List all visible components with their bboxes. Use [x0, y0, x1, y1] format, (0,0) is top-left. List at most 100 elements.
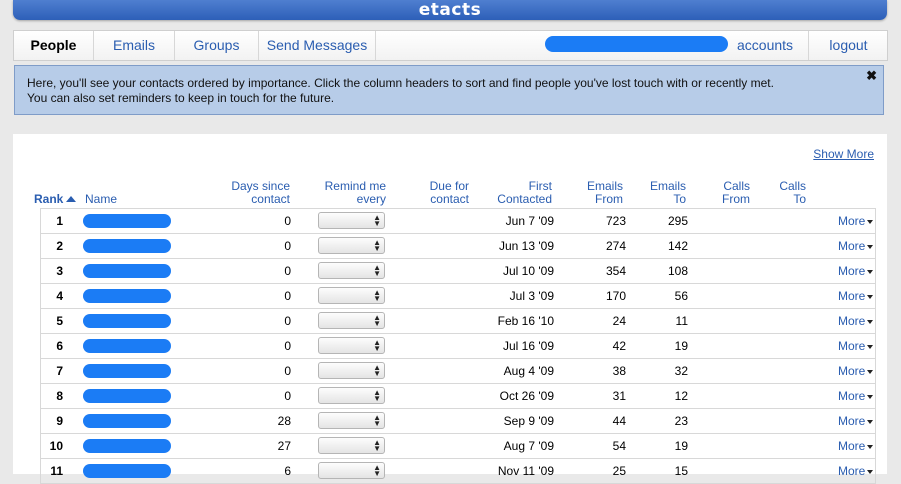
header-due-for-contact[interactable]: Due for contact [413, 180, 469, 206]
more-menu[interactable]: More [838, 434, 876, 458]
logout-link[interactable]: logout [808, 31, 888, 60]
rank-cell: 6 [56, 339, 63, 353]
header-calls-from[interactable]: Calls From [703, 180, 750, 206]
header-rank[interactable]: Rank [34, 192, 77, 206]
select-arrows-icon: ▲ ▼ [373, 338, 381, 353]
first-contacted-cell: Sep 9 '09 [503, 414, 554, 428]
chevron-down-icon [867, 420, 874, 424]
emails-to-cell: 295 [667, 214, 688, 228]
emails-to-cell: 19 [674, 439, 688, 453]
more-menu[interactable]: More [838, 284, 876, 308]
remind-interval-select[interactable]: ▲ ▼ [318, 412, 385, 429]
table-row: 6 0 ▲ ▼ Jul 16 '09 42 19 More [40, 334, 876, 359]
table-row: 8 0 ▲ ▼ Oct 26 '09 31 12 More [40, 384, 876, 409]
days-since-contact-cell: 0 [284, 239, 291, 253]
close-icon[interactable]: ✖ [866, 68, 877, 83]
accounts-link[interactable]: accounts [737, 31, 817, 60]
redacted-contact-name[interactable] [83, 314, 171, 328]
table-row: 10 27 ▲ ▼ Aug 7 '09 54 19 More [40, 434, 876, 459]
emails-from-cell: 723 [605, 214, 626, 228]
select-arrows-icon: ▲ ▼ [373, 263, 381, 278]
select-arrows-icon: ▲ ▼ [373, 438, 381, 453]
remind-interval-select[interactable]: ▲ ▼ [318, 287, 385, 304]
emails-from-cell: 54 [612, 439, 626, 453]
header-remind-me-every[interactable]: Remind me every [313, 180, 386, 206]
header-efrom-line-2: From [595, 192, 623, 206]
days-since-contact-cell: 0 [284, 389, 291, 403]
remind-interval-select[interactable]: ▲ ▼ [318, 387, 385, 404]
first-contacted-cell: Feb 16 '10 [497, 314, 554, 328]
select-arrows-icon: ▲ ▼ [373, 463, 381, 478]
remind-interval-select[interactable]: ▲ ▼ [318, 237, 385, 254]
first-contacted-cell: Aug 7 '09 [503, 439, 554, 453]
emails-from-cell: 354 [605, 264, 626, 278]
redacted-account-email [545, 36, 728, 52]
redacted-contact-name[interactable] [83, 239, 171, 253]
remind-interval-select[interactable]: ▲ ▼ [318, 362, 385, 379]
days-since-contact-cell: 28 [277, 414, 291, 428]
table-row: 5 0 ▲ ▼ Feb 16 '10 24 11 More [40, 309, 876, 334]
chevron-down-icon [867, 470, 874, 474]
rank-cell: 4 [56, 289, 63, 303]
emails-from-cell: 274 [605, 239, 626, 253]
more-menu[interactable]: More [838, 334, 876, 358]
more-menu[interactable]: More [838, 309, 876, 333]
tab-people[interactable]: People [14, 31, 94, 60]
redacted-contact-name[interactable] [83, 214, 171, 228]
remind-interval-select[interactable]: ▲ ▼ [318, 262, 385, 279]
first-contacted-cell: Jul 3 '09 [509, 289, 554, 303]
tab-send-messages[interactable]: Send Messages [259, 31, 376, 60]
more-menu[interactable]: More [838, 409, 876, 433]
chevron-down-icon [867, 445, 874, 449]
redacted-contact-name[interactable] [83, 389, 171, 403]
redacted-contact-name[interactable] [83, 464, 171, 478]
header-cto-line-2: To [793, 192, 806, 206]
tab-groups[interactable]: Groups [175, 31, 259, 60]
redacted-contact-name[interactable] [83, 289, 171, 303]
header-rank-label: Rank [34, 192, 64, 206]
header-calls-to[interactable]: Calls To [765, 180, 806, 206]
header-days-since-contact[interactable]: Days since contact [218, 180, 290, 206]
header-first-line-2: Contacted [497, 192, 552, 206]
redacted-contact-name[interactable] [83, 364, 171, 378]
remind-interval-select[interactable]: ▲ ▼ [318, 337, 385, 354]
more-label: More [838, 289, 866, 303]
select-arrows-icon: ▲ ▼ [373, 388, 381, 403]
emails-to-cell: 23 [674, 414, 688, 428]
rank-cell: 9 [56, 414, 63, 428]
table-row: 7 0 ▲ ▼ Aug 4 '09 38 32 More [40, 359, 876, 384]
header-name[interactable]: Name [85, 193, 117, 206]
more-menu[interactable]: More [838, 359, 876, 383]
tab-emails[interactable]: Emails [94, 31, 175, 60]
remind-interval-select[interactable]: ▲ ▼ [318, 312, 385, 329]
redacted-contact-name[interactable] [83, 414, 171, 428]
remind-interval-select[interactable]: ▲ ▼ [318, 212, 385, 229]
header-days-line-2: contact [251, 192, 290, 206]
days-since-contact-cell: 27 [277, 439, 291, 453]
select-arrows-icon: ▲ ▼ [373, 363, 381, 378]
header-emails-to[interactable]: Emails To [638, 180, 686, 206]
redacted-contact-name[interactable] [83, 264, 171, 278]
select-arrows-icon: ▲ ▼ [373, 413, 381, 428]
more-menu[interactable]: More [838, 209, 876, 233]
more-menu[interactable]: More [838, 234, 876, 258]
remind-interval-select[interactable]: ▲ ▼ [318, 462, 385, 479]
rank-cell: 2 [56, 239, 63, 253]
days-since-contact-cell: 0 [284, 364, 291, 378]
emails-from-cell: 24 [612, 314, 626, 328]
chevron-down-icon [867, 345, 874, 349]
redacted-contact-name[interactable] [83, 339, 171, 353]
more-menu[interactable]: More [838, 384, 876, 408]
show-more-link[interactable]: Show More [813, 147, 874, 161]
more-label: More [838, 389, 866, 403]
header-emails-from[interactable]: Emails From [573, 180, 623, 206]
header-first-contacted[interactable]: First Contacted [488, 180, 552, 206]
select-arrows-icon: ▲ ▼ [373, 238, 381, 253]
more-menu[interactable]: More [838, 259, 876, 283]
contacts-panel: Show More Rank Name Days since contact R… [13, 134, 887, 484]
redacted-contact-name[interactable] [83, 439, 171, 453]
more-label: More [838, 314, 866, 328]
remind-interval-select[interactable]: ▲ ▼ [318, 437, 385, 454]
info-banner: Here, you'll see your contacts ordered b… [14, 65, 884, 115]
emails-to-cell: 56 [674, 289, 688, 303]
